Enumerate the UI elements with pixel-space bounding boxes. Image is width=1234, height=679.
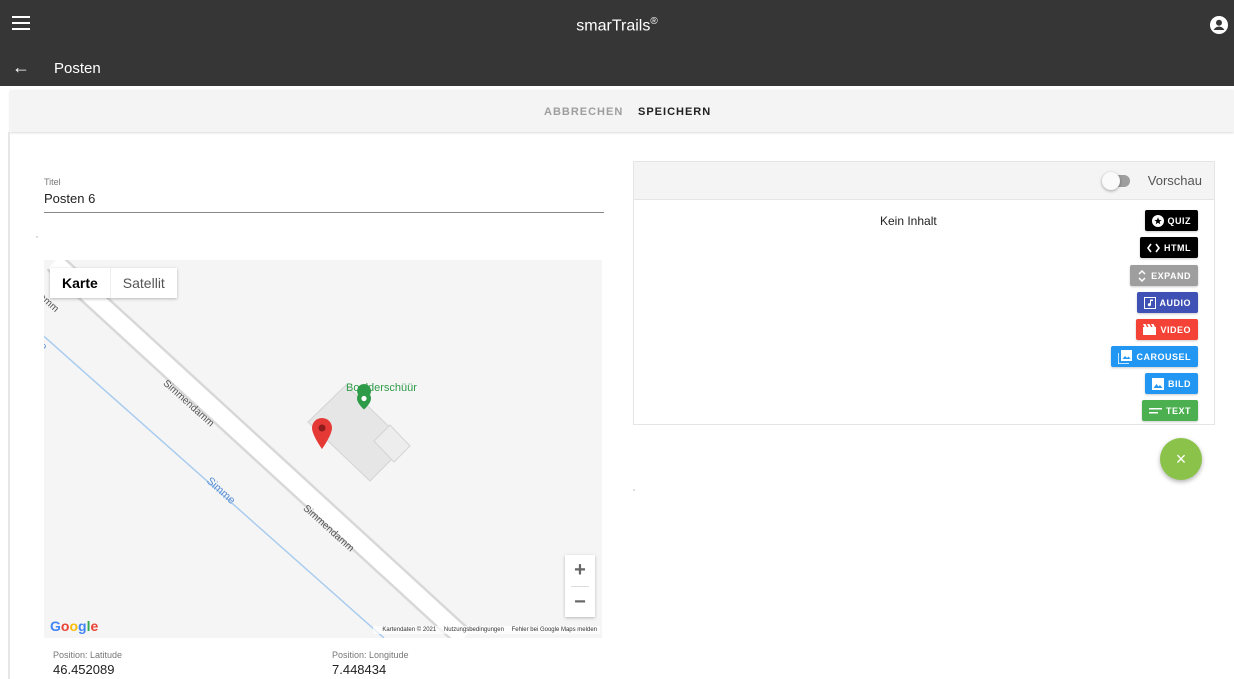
divider-dot xyxy=(633,489,635,491)
left-divider xyxy=(8,132,10,679)
map-type-map-button[interactable]: Karte xyxy=(50,268,110,298)
title-input[interactable]: Posten 6 xyxy=(44,191,604,213)
subject-icon xyxy=(1148,407,1162,413)
account-icon[interactable] xyxy=(1210,16,1228,34)
action-toolbar: ABBRECHEN SPEICHERN xyxy=(10,90,1234,132)
terms-link[interactable]: Nutzungsbedingungen xyxy=(444,627,504,633)
map-type-control: Karte Satellit xyxy=(50,268,177,298)
longitude-input[interactable]: 7.448434 xyxy=(332,662,409,677)
poi-label[interactable]: Boulderschüür xyxy=(346,382,417,394)
longitude-field[interactable]: Position: Longitude 7.448434 xyxy=(332,650,409,677)
close-fab-button[interactable]: × xyxy=(1160,438,1202,480)
page-title: Posten xyxy=(54,60,101,77)
zoom-out-button[interactable]: − xyxy=(565,587,595,618)
movie-icon xyxy=(1143,324,1157,335)
add-text-button[interactable]: TEXT xyxy=(1141,400,1198,421)
add-image-label: BILD xyxy=(1168,378,1191,389)
collections-icon xyxy=(1118,349,1133,364)
app-bar-top-row: smarTrails® xyxy=(0,8,1234,44)
save-button[interactable]: SPEICHERN xyxy=(638,106,711,118)
add-expand-button[interactable]: EXPAND xyxy=(1130,265,1198,286)
add-expand-label: EXPAND xyxy=(1151,270,1191,281)
preview-label: Vorschau xyxy=(1147,173,1202,188)
code-icon xyxy=(1147,243,1160,252)
longitude-label: Position: Longitude xyxy=(332,650,409,660)
divider-dot xyxy=(36,236,38,238)
brand-title: smarTrails® xyxy=(576,16,658,35)
title-field-label: Titel xyxy=(44,177,61,187)
unfold-icon xyxy=(1138,269,1146,282)
latitude-label: Position: Latitude xyxy=(53,650,123,660)
add-video-button[interactable]: VIDEO xyxy=(1136,319,1198,340)
add-quiz-label: QUIZ xyxy=(1167,215,1191,226)
back-arrow-icon[interactable]: ← xyxy=(12,57,30,78)
empty-content-text: Kein Inhalt xyxy=(880,214,937,228)
add-html-button[interactable]: HTML xyxy=(1140,237,1198,258)
map-attribution: Kartendaten © 2021 Nutzungsbedingungen F… xyxy=(373,626,600,634)
add-carousel-button[interactable]: CAROUSEL xyxy=(1111,346,1198,367)
add-audio-button[interactable]: AUDIO xyxy=(1136,292,1198,313)
add-audio-label: AUDIO xyxy=(1159,297,1191,308)
report-error-link[interactable]: Fehler bei Google Maps melden xyxy=(512,627,597,633)
map-type-satellite-button[interactable]: Satellit xyxy=(109,268,177,298)
star-circle-icon xyxy=(1151,214,1164,227)
add-video-label: VIDEO xyxy=(1160,324,1191,335)
google-logo: Google xyxy=(50,618,99,634)
zoom-control: + − xyxy=(565,555,595,617)
image-icon xyxy=(1152,377,1164,390)
add-quiz-button[interactable]: QUIZ xyxy=(1144,210,1198,231)
content-panel-header: Vorschau xyxy=(634,162,1214,200)
latitude-field[interactable]: Position: Latitude 46.452089 xyxy=(53,650,122,677)
map-data-credit: Kartendaten © 2021 xyxy=(382,627,437,633)
zoom-in-button[interactable]: + xyxy=(565,555,595,586)
add-text-label: TEXT xyxy=(1165,405,1191,416)
app-bar: smarTrails® ← Posten xyxy=(0,0,1234,86)
content-panel: Vorschau Kein Inhalt QUIZ HTML EXPAND AU… xyxy=(633,161,1215,425)
cancel-button[interactable]: ABBRECHEN xyxy=(544,106,623,118)
location-pin-icon[interactable] xyxy=(312,418,332,449)
preview-toggle[interactable] xyxy=(1102,172,1130,190)
latitude-input[interactable]: 46.452089 xyxy=(53,662,122,677)
map-view[interactable]: damm me Simmendamm Simme Simmendamm Boul… xyxy=(44,260,602,638)
add-html-label: HTML xyxy=(1164,242,1191,253)
add-image-button[interactable]: BILD xyxy=(1145,373,1198,394)
music-note-icon xyxy=(1143,296,1156,309)
map-canvas xyxy=(44,260,472,638)
add-carousel-label: CAROUSEL xyxy=(1136,351,1191,362)
app-bar-bottom-row: ← Posten xyxy=(0,50,1234,86)
title-field[interactable]: Titel Posten 6 xyxy=(44,177,604,213)
